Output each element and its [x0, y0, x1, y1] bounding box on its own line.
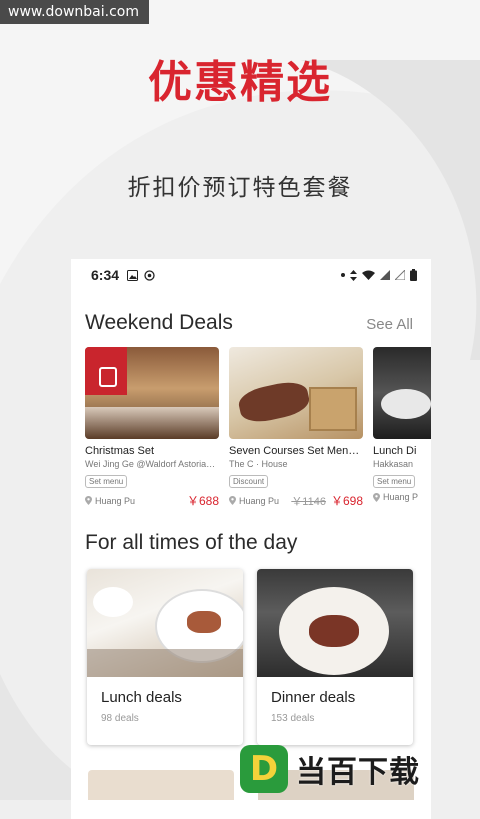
phone-screen: 6:34 Weekend Deals See All Christmas Set… — [71, 259, 431, 819]
deal-image — [229, 347, 363, 439]
image-icon — [127, 269, 139, 281]
lunch-deals-title: Lunch deals — [101, 689, 182, 706]
logo-text: 当百下载 — [296, 755, 420, 790]
location-pin-icon — [85, 496, 92, 505]
meal-cards: Lunch deals 98 deals Dinner deals 153 de… — [71, 569, 431, 745]
deal-card[interactable]: Christmas Set Wei Jing Ge @Waldorf Astor… — [85, 347, 219, 509]
location-pin-icon — [229, 496, 236, 505]
dinner-deals-card[interactable]: Dinner deals 153 deals — [257, 569, 413, 745]
sync-icon — [144, 269, 155, 281]
downbai-logo: D 当百下载 — [236, 738, 480, 800]
signal-icon — [395, 270, 405, 280]
deal-image — [373, 347, 431, 439]
signal-icon — [380, 270, 390, 280]
status-time: 6:34 — [91, 267, 120, 283]
lunch-deals-count: 98 deals — [101, 713, 139, 724]
status-bar: 6:34 — [71, 259, 431, 291]
deal-card[interactable]: Seven Courses Set Men… The C · House Dis… — [229, 347, 363, 509]
see-all-link[interactable]: See All — [366, 316, 413, 333]
deal-price: ￥688 — [186, 494, 219, 508]
deal-tag: Discount — [229, 475, 269, 488]
hero-title: 优惠精选 — [148, 57, 332, 108]
data-arrows-icon — [350, 269, 357, 281]
deal-tag: Set menu — [373, 475, 416, 488]
deal-original-price: ￥1146 — [291, 496, 326, 508]
weekend-deals-header: Weekend Deals See All — [71, 311, 431, 335]
location-pin-icon — [373, 492, 380, 502]
hero-subtitle: 折扣价预订特色套餐 — [127, 175, 353, 201]
deal-card[interactable]: Lunch Di Hakkasan Set menu Huang P — [373, 347, 431, 509]
dinner-deals-title: Dinner deals — [271, 689, 356, 706]
deal-venue: Wei Jing Ge @Waldorf Astoria… — [85, 459, 216, 469]
deal-location: Huang P — [383, 492, 419, 502]
dinner-deals-count: 153 deals — [271, 713, 315, 724]
dinner-image — [257, 569, 413, 677]
deal-venue: Hakkasan — [373, 459, 414, 469]
deal-image — [85, 347, 219, 439]
deal-name: Christmas Set — [85, 445, 155, 457]
lunch-image — [87, 569, 243, 677]
deal-venue: The C · House — [229, 459, 288, 469]
deal-price: ￥698 — [330, 494, 363, 508]
deal-location: Huang Pu — [239, 495, 280, 506]
watermark: www.downbai.com — [0, 0, 149, 24]
next-card-peek — [88, 770, 234, 800]
all-times-header: For all times of the day — [71, 531, 431, 555]
all-times-title: For all times of the day — [85, 531, 298, 554]
weekend-deals-list: Christmas Set Wei Jing Ge @Waldorf Astor… — [71, 347, 431, 509]
deal-tag: Set menu — [85, 475, 128, 488]
deal-name: Seven Courses Set Men… — [229, 445, 360, 457]
deal-location: Huang Pu — [95, 495, 136, 506]
wifi-icon — [362, 270, 375, 280]
deal-name: Lunch Di — [373, 445, 417, 457]
dot-icon — [341, 273, 345, 277]
logo-mark: D — [240, 745, 288, 793]
lunch-deals-card[interactable]: Lunch deals 98 deals — [87, 569, 243, 745]
weekend-deals-title: Weekend Deals — [85, 311, 233, 334]
battery-icon — [410, 269, 417, 281]
